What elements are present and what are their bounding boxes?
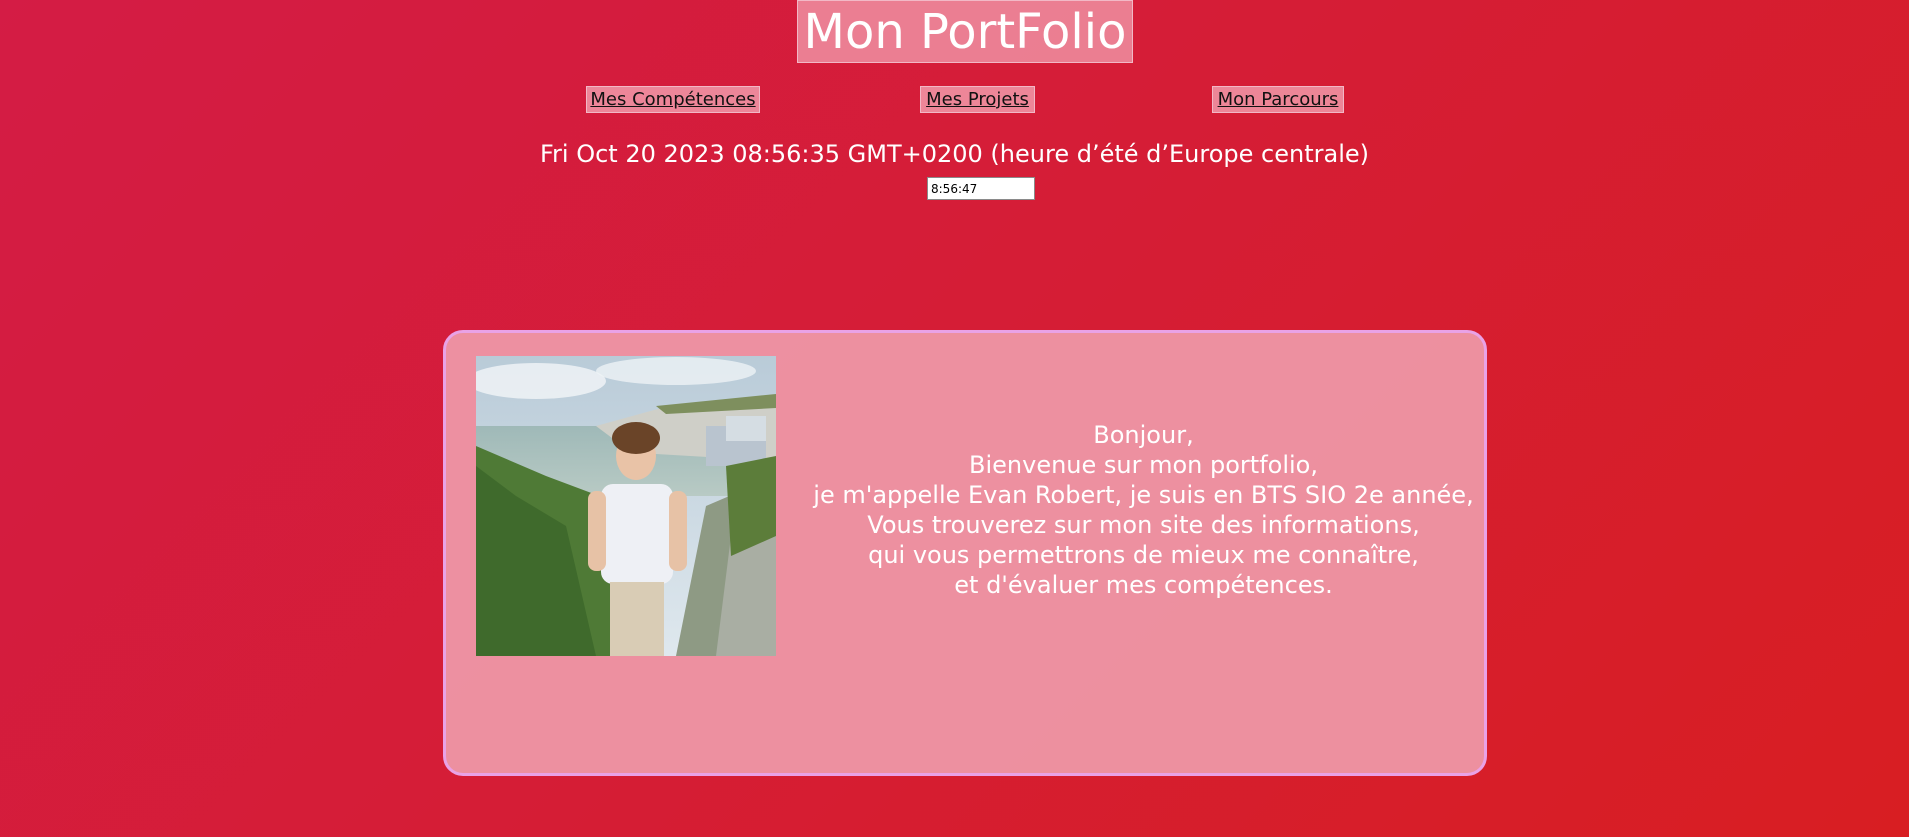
intro-line: qui vous permettrons de mieux me connaît…	[868, 541, 1419, 569]
intro-line: Bienvenue sur mon portfolio,	[969, 451, 1318, 479]
clock-field[interactable]	[927, 177, 1035, 200]
profile-photo	[476, 356, 776, 656]
current-date: Fri Oct 20 2023 08:56:35 GMT+0200 (heure…	[540, 140, 1369, 168]
intro-line: je m'appelle Evan Robert, je suis en BTS…	[813, 481, 1474, 509]
intro-line: et d'évaluer mes compétences.	[954, 571, 1333, 599]
intro-line: Vous trouverez sur mon site des informat…	[867, 511, 1420, 539]
nav-link-parcours[interactable]: Mon Parcours	[1212, 86, 1344, 113]
intro-text: Bonjour, Bienvenue sur mon portfolio, je…	[796, 420, 1491, 600]
nav-link-competences[interactable]: Mes Compétences	[586, 86, 760, 113]
intro-line: Bonjour,	[1093, 421, 1194, 449]
intro-card: Bonjour, Bienvenue sur mon portfolio, je…	[443, 330, 1487, 776]
page-title: Mon PortFolio	[797, 0, 1133, 63]
nav-link-projets[interactable]: Mes Projets	[920, 86, 1035, 113]
